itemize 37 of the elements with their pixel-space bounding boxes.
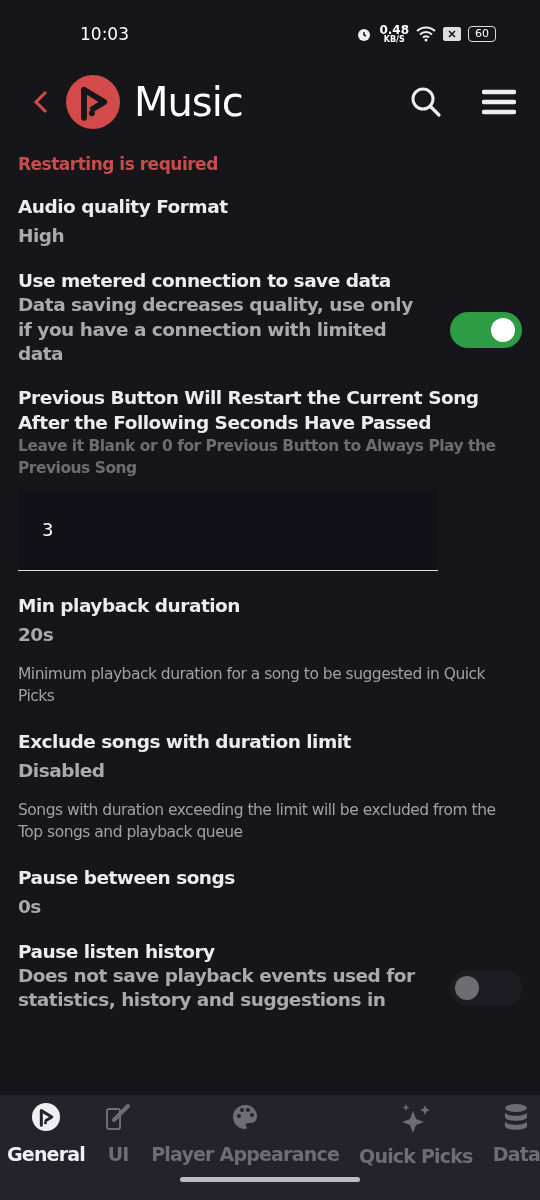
clock-time: 10:03 — [80, 24, 130, 44]
toggle-switch[interactable] — [450, 970, 522, 1006]
brush-icon — [105, 1103, 132, 1131]
setting-value[interactable]: 20s — [18, 623, 522, 645]
sparkle-icon — [400, 1103, 431, 1133]
setting-value[interactable]: High — [18, 225, 522, 246]
nav-tab[interactable]: General — [7, 1103, 85, 1167]
alarm-icon — [356, 26, 373, 42]
setting-title: Min playback duration — [18, 593, 241, 618]
app-logo-icon — [66, 75, 120, 129]
logo-icon — [32, 1103, 60, 1131]
menu-button[interactable] — [482, 89, 516, 115]
network-speed: 0.48 — [379, 24, 409, 36]
app-title: Music — [134, 79, 244, 125]
database-icon — [503, 1103, 530, 1131]
setting-title: Pause listen history — [18, 939, 216, 964]
setting-title: Previous Button Will Restart the Current Song After the Following Seconds Have Passed — [18, 385, 480, 435]
setting-description: Minimum playback duration for a song to be suggested in Quick Picks — [18, 663, 487, 707]
setting-description: Does not save playback events used for statistics, history and suggestions in — [18, 963, 416, 1012]
setting-value[interactable]: 0s — [18, 895, 522, 917]
setting-title: Exclude songs with duration limit — [18, 729, 352, 754]
wifi-icon — [416, 26, 436, 42]
search-button[interactable] — [410, 86, 442, 118]
setting-title: Pause between songs — [18, 865, 236, 890]
setting-value[interactable]: Disabled — [18, 759, 522, 781]
toggle-switch[interactable] — [450, 311, 522, 348]
setting-description: Songs with duration exceeding the limit will be excluded from the Top songs and playback queue — [18, 799, 497, 843]
battery-level: 60 — [468, 26, 496, 42]
setting-hint: Leave it Blank or 0 for Previous Button to Always Play the Previous Song — [18, 435, 497, 479]
sim-icon — [443, 27, 461, 41]
setting-title: Audio quality Format — [18, 195, 229, 219]
restart-notice: Restarting is required — [18, 154, 219, 174]
setting-description: Data saving decreases quality, use only if you have a connection with limited data — [18, 293, 414, 366]
speed-unit: KB/S — [383, 36, 405, 44]
setting-title: Use metered connection to save data — [18, 269, 392, 293]
seconds-input-field[interactable]: 3 — [18, 488, 438, 571]
palette-icon — [231, 1103, 260, 1131]
